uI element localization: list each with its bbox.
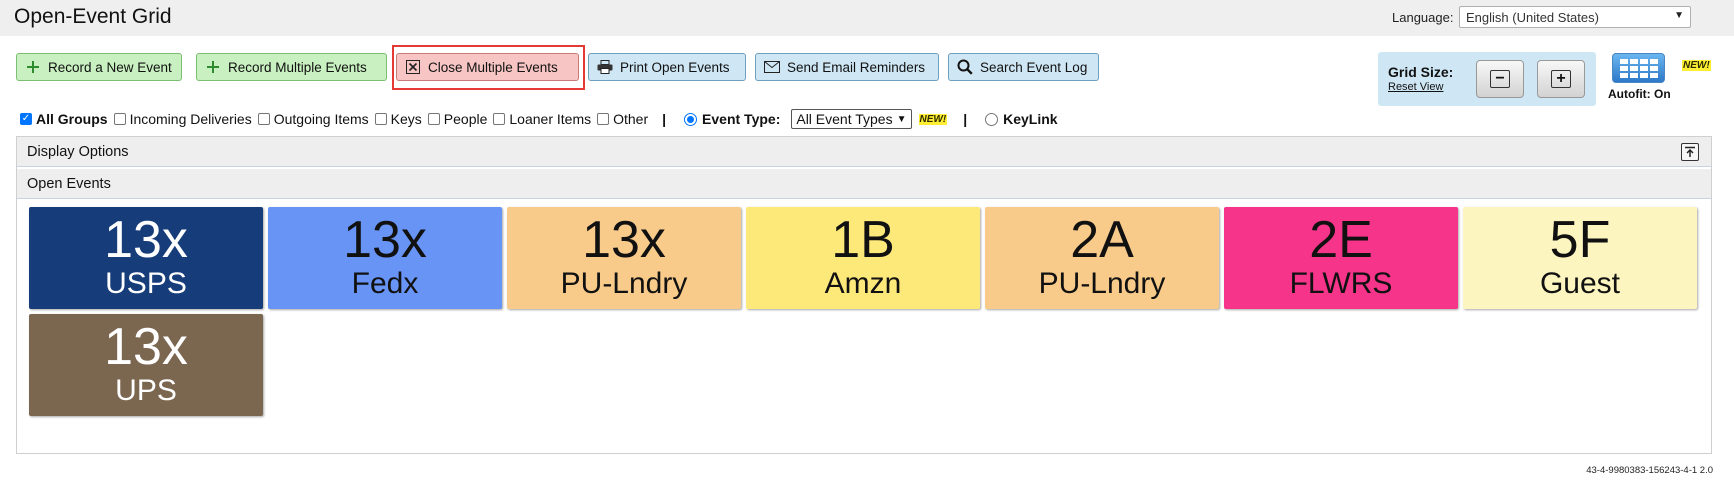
language-value: English (United States) xyxy=(1466,10,1599,25)
expand-collapse-icon[interactable] xyxy=(1681,143,1699,161)
new-badge: NEW! xyxy=(918,113,948,125)
filter-keys[interactable]: Keys xyxy=(374,111,422,127)
event-tile[interactable]: 5F Guest xyxy=(1463,207,1697,309)
version-string: 43-4-9980383-156243-4-1 2.0 xyxy=(1586,465,1713,476)
separator: | xyxy=(662,111,667,127)
tile-label: PU-Lndry xyxy=(560,267,688,300)
search-icon xyxy=(957,59,973,75)
separator: | xyxy=(963,111,968,127)
filter-people[interactable]: People xyxy=(427,111,487,127)
radio-icon[interactable] xyxy=(985,112,999,126)
keylink-label: KeyLink xyxy=(1003,111,1058,127)
close-box-icon xyxy=(405,59,421,75)
printer-icon xyxy=(597,59,613,75)
autofit-grid-icon[interactable] xyxy=(1612,53,1665,83)
checkbox-icon[interactable] xyxy=(113,113,126,125)
tile-count: 1B xyxy=(831,211,895,269)
checkbox-icon[interactable] xyxy=(374,113,387,125)
filter-loaner-items[interactable]: Loaner Items xyxy=(493,111,591,127)
event-type-radio[interactable]: Event Type: xyxy=(684,111,780,127)
event-tile[interactable]: 2E FLWRS xyxy=(1224,207,1458,309)
plus-icon xyxy=(205,59,221,75)
open-events-header: Open Events xyxy=(17,169,1711,199)
record-multiple-events-button[interactable]: Record Multiple Events xyxy=(196,53,387,81)
new-badge: NEW! xyxy=(1682,60,1711,71)
filter-outgoing-items[interactable]: Outgoing Items xyxy=(257,111,369,127)
tile-count: 2A xyxy=(1070,211,1134,269)
print-open-events-button[interactable]: Print Open Events xyxy=(588,53,746,81)
grid-size-panel: Grid Size: Reset View − + xyxy=(1378,52,1596,106)
autofit-status: Autofit: On xyxy=(1608,87,1671,101)
tile-label: UPS xyxy=(115,374,177,407)
tile-label: PU-Lndry xyxy=(1038,267,1166,300)
filter-row: ✓ All Groups Incoming Deliveries Outgoin… xyxy=(20,109,1064,129)
filter-all-groups[interactable]: ✓ All Groups xyxy=(20,111,108,127)
close-multiple-events-label: Close Multiple Events xyxy=(428,59,558,75)
search-event-log-label: Search Event Log xyxy=(980,59,1088,75)
tile-count: 2E xyxy=(1309,211,1373,269)
language-label: Language: xyxy=(1392,10,1454,25)
tile-count: 5F xyxy=(1549,211,1611,269)
checkbox-icon[interactable] xyxy=(257,113,270,125)
language-select[interactable]: English (United States) ▼ xyxy=(1459,6,1691,28)
filter-incoming-deliveries[interactable]: Incoming Deliveries xyxy=(113,111,252,127)
event-tile[interactable]: 13x Fedx xyxy=(268,207,502,309)
keylink-radio[interactable]: KeyLink xyxy=(985,111,1058,127)
close-multiple-events-button[interactable]: Close Multiple Events xyxy=(396,53,579,81)
plus-icon: + xyxy=(1551,70,1571,88)
event-tile[interactable]: 13x USPS xyxy=(29,207,263,309)
open-events-title: Open Events xyxy=(27,176,111,192)
radio-selected-icon[interactable] xyxy=(684,112,698,126)
reset-view-link[interactable]: Reset View xyxy=(1388,81,1443,93)
chevron-down-icon: ▼ xyxy=(896,113,907,125)
minus-icon: − xyxy=(1490,70,1510,88)
record-new-event-label: Record a New Event xyxy=(48,59,172,75)
event-tile[interactable]: 2A PU-Lndry xyxy=(985,207,1219,309)
event-type-select[interactable]: All Event Types ▼ xyxy=(791,109,912,129)
tile-label: Fedx xyxy=(351,267,419,300)
print-open-events-label: Print Open Events xyxy=(620,59,730,75)
record-new-event-button[interactable]: Record a New Event xyxy=(16,53,182,81)
tile-count: 13x xyxy=(104,318,188,376)
display-options-title: Display Options xyxy=(27,144,129,160)
tile-count: 13x xyxy=(104,211,188,269)
tile-label: Guest xyxy=(1539,267,1621,300)
envelope-icon xyxy=(764,59,780,75)
grid-increase-button[interactable]: + xyxy=(1537,60,1585,98)
filter-other[interactable]: Other xyxy=(597,111,648,127)
event-tile[interactable]: 13x PU-Lndry xyxy=(507,207,741,309)
send-email-reminders-label: Send Email Reminders xyxy=(787,59,926,75)
top-bar: Open-Event Grid Language: English (Unite… xyxy=(0,0,1734,36)
chevron-down-icon: ▼ xyxy=(1674,10,1684,21)
checkbox-icon[interactable] xyxy=(427,113,440,125)
plus-icon xyxy=(25,59,41,75)
tile-label: FLWRS xyxy=(1289,267,1393,300)
checkbox-icon[interactable] xyxy=(597,113,610,125)
display-options-header[interactable]: Display Options xyxy=(17,137,1711,167)
grid-size-label: Grid Size: xyxy=(1388,64,1454,80)
grid-decrease-button[interactable]: − xyxy=(1476,60,1524,98)
event-type-label: Event Type: xyxy=(702,111,781,127)
record-multiple-events-label: Record Multiple Events xyxy=(228,59,367,75)
checkbox-checked-icon[interactable]: ✓ xyxy=(20,113,32,125)
search-event-log-button[interactable]: Search Event Log xyxy=(948,53,1099,81)
send-email-reminders-button[interactable]: Send Email Reminders xyxy=(755,53,939,81)
page-title: Open-Event Grid xyxy=(14,5,172,28)
checkbox-icon[interactable] xyxy=(493,113,506,125)
events-panel: Display Options Open Events 13x USPS 13x… xyxy=(16,136,1712,454)
tile-count: 13x xyxy=(343,211,427,269)
tile-count: 13x xyxy=(582,211,666,269)
event-tile[interactable]: 1B Amzn xyxy=(746,207,980,309)
event-tile[interactable]: 13x UPS xyxy=(29,314,263,416)
tile-label: USPS xyxy=(105,267,187,300)
tile-label: Amzn xyxy=(824,267,902,300)
